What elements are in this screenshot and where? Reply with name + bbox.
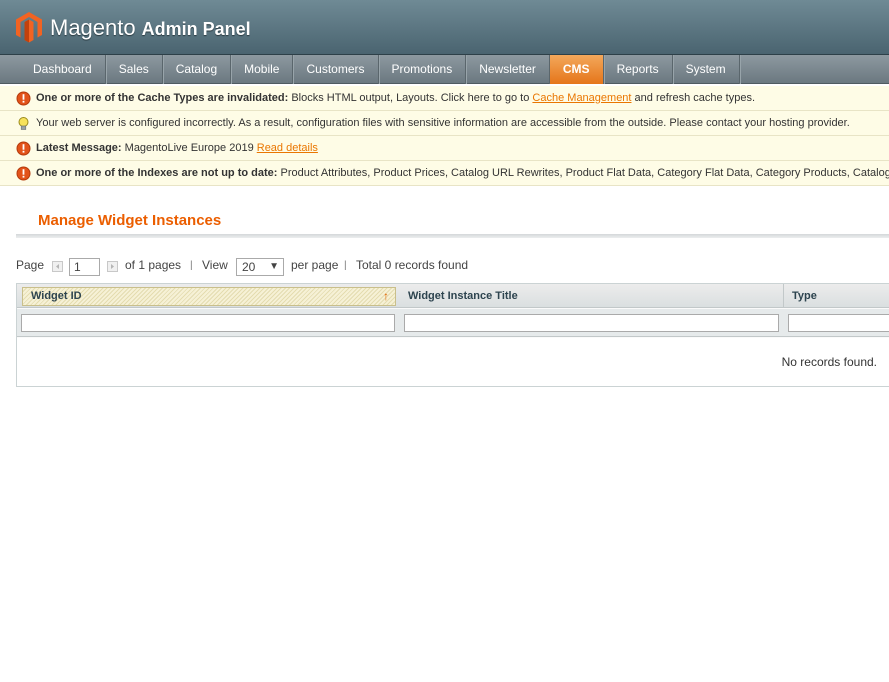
error-icon (16, 141, 31, 156)
message-indexes-title: One or more of the Indexes are not up to… (36, 167, 278, 179)
message-indexes: One or more of the Indexes are not up to… (0, 161, 889, 186)
message-indexes-text: Product Attributes, Product Prices, Cata… (277, 167, 889, 179)
title-divider (16, 234, 889, 238)
per-page-text: per page (291, 258, 339, 272)
lightbulb-icon (18, 117, 29, 130)
grid-header-row: Widget ID ↑ Widget Instance Title Type (17, 284, 889, 308)
total-records-text: Total 0 records found (356, 258, 469, 272)
read-details-link[interactable]: Read details (257, 142, 318, 154)
admin-header: Magento Admin Panel (0, 0, 889, 55)
grid-filter-row (17, 309, 889, 337)
message-cache: One or more of the Cache Types are inval… (0, 86, 889, 111)
nav-system[interactable]: System (673, 55, 740, 84)
per-page-select[interactable]: 20 ▼ (236, 258, 284, 276)
system-messages: One or more of the Cache Types are inval… (0, 86, 889, 186)
message-latest-title: Latest Message: (36, 142, 122, 154)
previous-page-icon[interactable] (52, 261, 63, 272)
error-icon (16, 91, 31, 106)
nav-newsletter[interactable]: Newsletter (466, 55, 550, 84)
nav-dashboard[interactable]: Dashboard (20, 55, 106, 84)
brand-suffix: Admin Panel (141, 19, 251, 39)
pager-separator: | (190, 260, 193, 271)
magento-logo-icon (16, 12, 42, 43)
pager-separator-2: | (344, 260, 347, 271)
page-title: Manage Widget Instances (38, 212, 222, 229)
cache-management-link[interactable]: Cache Management (532, 92, 631, 104)
widget-instances-grid: Widget ID ↑ Widget Instance Title Type N… (16, 283, 889, 387)
brand-name: Magento (50, 15, 136, 40)
no-records-text: No records found. (781, 355, 877, 369)
nav-promotions[interactable]: Promotions (379, 55, 467, 84)
message-server: Your web server is configured incorrectl… (0, 111, 889, 136)
message-server-text: Your web server is configured incorrectl… (36, 117, 850, 129)
error-icon (16, 166, 31, 181)
per-page-value: 20 (242, 260, 256, 274)
column-widget-instance-title[interactable]: Widget Instance Title (400, 284, 784, 308)
nav-reports[interactable]: Reports (604, 55, 673, 84)
next-page-icon[interactable] (107, 261, 118, 272)
column-widget-id[interactable]: Widget ID ↑ (22, 287, 396, 306)
nav-customers[interactable]: Customers (293, 55, 379, 84)
main-navigation: Dashboard Sales Catalog Mobile Customers… (0, 55, 889, 84)
nav-mobile[interactable]: Mobile (231, 55, 294, 84)
page-label: Page (16, 258, 45, 272)
grid-empty-row: No records found. (17, 338, 889, 386)
message-latest: Latest Message: MagentoLive Europe 2019 … (0, 136, 889, 161)
filter-type-select[interactable] (788, 314, 889, 332)
nav-sales[interactable]: Sales (106, 55, 163, 84)
filter-title-input[interactable] (404, 314, 779, 332)
message-cache-text: Blocks HTML output, Layouts. Click here … (288, 92, 533, 104)
view-label: View (202, 258, 228, 272)
nav-cms[interactable]: CMS (549, 55, 604, 84)
message-cache-title: One or more of the Cache Types are inval… (36, 92, 289, 104)
column-type[interactable]: Type (784, 284, 889, 308)
nav-catalog[interactable]: Catalog (163, 55, 232, 84)
page-number-input[interactable]: 1 (69, 258, 100, 276)
magento-logo[interactable]: Magento Admin Panel (15, 11, 255, 45)
column-widget-id-label: Widget ID (31, 290, 82, 302)
chevron-down-icon: ▼ (269, 261, 279, 272)
message-cache-after: and refresh cache types. (631, 92, 755, 104)
of-pages-text: of 1 pages (125, 258, 182, 272)
message-latest-text: MagentoLive Europe 2019 (121, 142, 257, 154)
sort-ascending-icon: ↑ (383, 289, 389, 303)
filter-widget-id-input[interactable] (21, 314, 395, 332)
logo-text: Magento Admin Panel (50, 15, 251, 41)
